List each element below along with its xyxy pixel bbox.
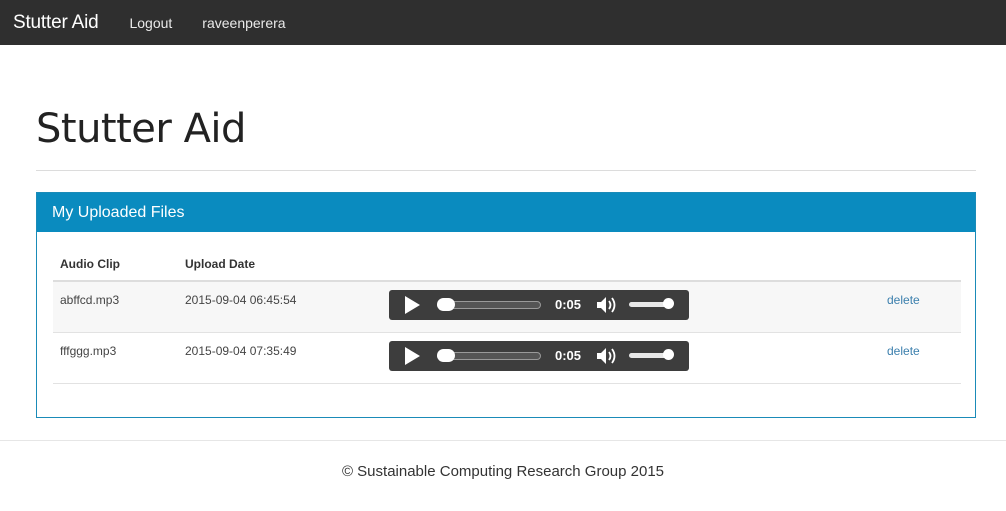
play-icon[interactable] [405,296,420,314]
page-title: Stutter Aid [36,106,246,152]
seek-handle[interactable] [437,349,455,362]
play-icon[interactable] [405,347,420,365]
logout-link[interactable]: Logout [129,15,172,31]
audio-player-cell: 0:05 [389,341,689,371]
volume-handle[interactable] [663,298,674,309]
audio-clip-name: fffggg.mp3 [60,344,117,358]
upload-date: 2015-09-04 07:35:49 [185,344,297,358]
seek-handle[interactable] [437,298,455,311]
volume-handle[interactable] [663,349,674,360]
audio-player-cell: 0:05 [389,290,689,320]
navbar-brand[interactable]: Stutter Aid [13,12,99,34]
table-row: fffggg.mp3 2015-09-04 07:35:49 0:05 dele… [53,333,961,384]
duration-label: 0:05 [555,348,582,363]
audio-player: 0:05 [389,341,689,371]
files-table: Audio Clip Upload Date abffcd.mp3 2015-0… [53,248,961,384]
volume-icon[interactable] [595,346,621,366]
upload-date: 2015-09-04 06:45:54 [185,293,297,307]
footer-copyright: © Sustainable Computing Research Group 2… [341,463,665,480]
table-row: abffcd.mp3 2015-09-04 06:45:54 0:05 dele… [53,282,961,333]
top-navbar: Stutter Aid Logout raveenperera [0,0,1006,45]
title-divider [36,170,976,171]
table-header: Audio Clip Upload Date [53,248,961,282]
volume-icon[interactable] [595,295,621,315]
footer-divider [0,440,1006,441]
audio-clip-name: abffcd.mp3 [60,293,120,307]
delete-link[interactable]: delete [887,293,920,307]
duration-label: 0:05 [555,297,582,312]
uploaded-files-panel: My Uploaded Files Audio Clip Upload Date… [36,192,976,418]
panel-heading: My Uploaded Files [37,193,975,232]
column-header-upload-date: Upload Date [185,257,256,271]
audio-player: 0:05 [389,290,689,320]
column-header-audio-clip: Audio Clip [60,257,120,271]
delete-link[interactable]: delete [887,344,920,358]
username-link[interactable]: raveenperera [202,15,285,31]
